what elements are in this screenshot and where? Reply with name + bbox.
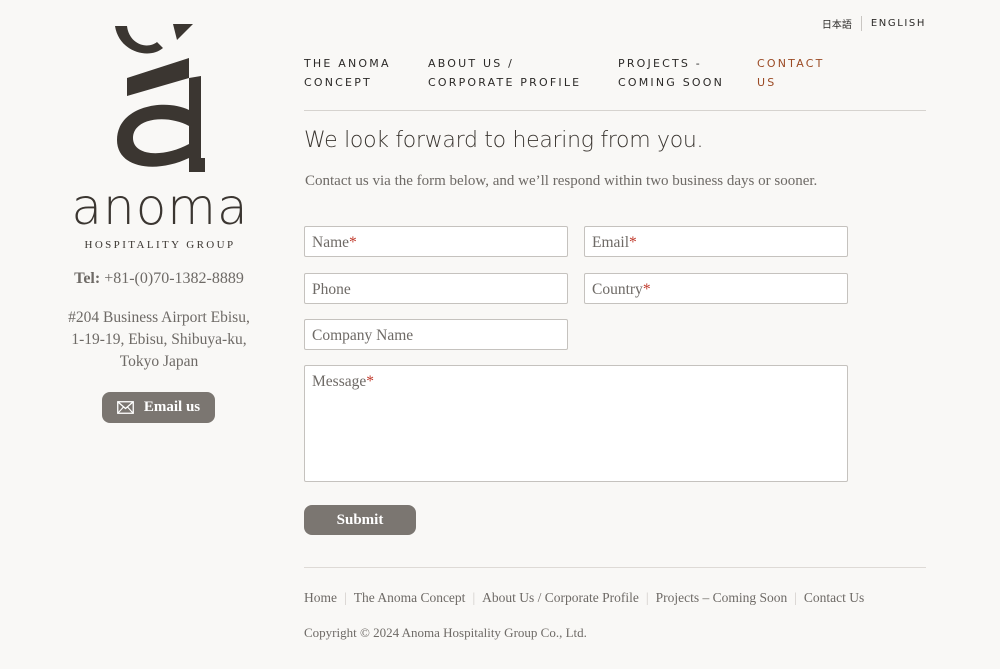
message-textarea[interactable]: Message*	[304, 365, 848, 482]
anoma-logo-icon	[115, 24, 205, 172]
brand-subtitle: HOSPITALITY GROUP	[84, 239, 236, 251]
company-placeholder: Company Name	[312, 327, 414, 344]
nav-label: THE ANOMA	[304, 57, 391, 70]
nav-label: PROJECTS -	[618, 57, 702, 70]
footer-link-projects[interactable]: Projects – Coming Soon	[656, 590, 788, 606]
tel-value: +81-(0)70-1382-8889	[104, 270, 244, 287]
language-english-link[interactable]: ENGLISH	[862, 18, 926, 29]
nav-item-projects[interactable]: PROJECTS - COMING SOON	[618, 54, 724, 92]
submit-button[interactable]: Submit	[304, 505, 416, 535]
language-japanese-link[interactable]: 日本語	[822, 16, 862, 31]
nav-label: COMING SOON	[618, 76, 725, 89]
nav-item-contact-us[interactable]: CONTACT US	[757, 54, 825, 92]
footer-link-about-us[interactable]: About Us / Corporate Profile	[482, 590, 639, 606]
tel-label: Tel:	[74, 270, 101, 287]
nav-item-anoma-concept[interactable]: THE ANOMA CONCEPT	[304, 54, 391, 92]
address-line: 1-19-19, Ebisu, Shibuya-ku,	[71, 331, 247, 348]
page-title: We look forward to hearing from you.	[304, 128, 704, 153]
footer-divider	[304, 567, 926, 568]
name-field[interactable]: Name*	[304, 226, 568, 257]
footer-separator: |	[472, 590, 476, 605]
intro-text: Contact us via the form below, and we’ll…	[305, 173, 818, 189]
country-placeholder: Country	[592, 281, 643, 298]
country-select[interactable]: Country*	[584, 273, 848, 304]
nav-label: CORPORATE PROFILE	[428, 76, 582, 89]
required-mark: *	[642, 281, 651, 298]
footer-links: Home | The Anoma Concept | About Us / Co…	[304, 590, 864, 606]
language-switcher: 日本語 ENGLISH	[822, 16, 926, 31]
nav-label: US	[757, 76, 777, 89]
nav-divider	[304, 110, 926, 111]
footer-separator: |	[344, 590, 347, 605]
copyright-text: Copyright © 2024 Anoma Hospitality Group…	[304, 625, 587, 640]
nav-label: ABOUT US /	[428, 57, 515, 70]
name-placeholder: Name	[312, 234, 350, 251]
nav-label: CONCEPT	[304, 76, 372, 89]
nav-label: CONTACT	[757, 57, 825, 70]
address-line: Tokyo Japan	[119, 353, 199, 370]
required-mark: *	[366, 373, 374, 390]
required-mark: *	[629, 234, 637, 251]
email-us-button[interactable]: Email us	[102, 392, 215, 423]
required-mark: *	[349, 234, 357, 251]
envelope-icon	[116, 401, 134, 414]
brand-wordmark: anoma	[71, 178, 249, 236]
nav-item-about-us[interactable]: ABOUT US / CORPORATE PROFILE	[428, 54, 581, 92]
footer-separator: |	[794, 590, 797, 605]
footer-link-anoma-concept[interactable]: The Anoma Concept	[354, 590, 466, 606]
footer-link-home[interactable]: Home	[304, 590, 337, 606]
phone-field[interactable]: Phone	[304, 273, 568, 304]
phone-placeholder: Phone	[312, 281, 351, 298]
address-line: #204 Business Airport Ebisu,	[68, 309, 250, 326]
email-us-label: Email us	[143, 399, 201, 415]
company-name-field[interactable]: Company Name	[304, 319, 568, 350]
footer-separator: |	[645, 590, 649, 605]
phone-number: Tel: +81-(0)70-1382-8889	[0, 270, 318, 288]
message-placeholder: Message	[312, 373, 367, 390]
address: #204 Business Airport Ebisu, 1-19-19, Eb…	[0, 307, 318, 373]
email-placeholder: Email	[592, 234, 630, 251]
email-field[interactable]: Email*	[584, 226, 848, 257]
footer-link-contact-us[interactable]: Contact Us	[804, 590, 864, 606]
